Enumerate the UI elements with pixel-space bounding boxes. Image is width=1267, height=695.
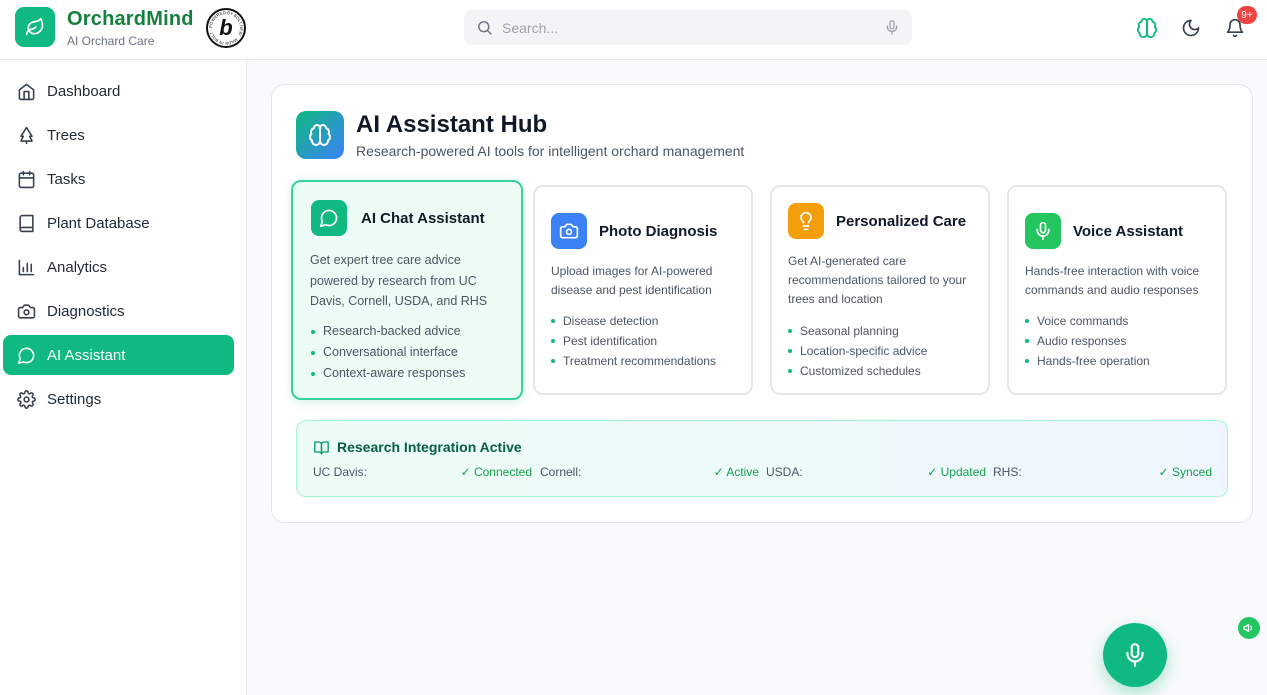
badge-ring-icon: POWERED BY BOLT.NEW · MADE IN BOLT ·: [208, 10, 244, 46]
search-mic-icon[interactable]: [884, 19, 900, 36]
open-book-icon: [314, 441, 329, 455]
card-feature-list: Voice commands Audio responses Hands-fre…: [1025, 311, 1150, 371]
page-subtitle: Research-powered AI tools for intelligen…: [356, 143, 745, 159]
speaker-icon: [1243, 623, 1253, 633]
card-title: Personalized Care: [836, 213, 967, 230]
ai-brain-button[interactable]: [1135, 16, 1159, 40]
sidebar-item-analytics[interactable]: Analytics: [3, 247, 234, 287]
sidebar-item-label: Dashboard: [47, 82, 121, 100]
lightbulb-icon: [788, 203, 824, 239]
research-title: Research Integration Active: [337, 439, 522, 455]
card-feature-list: Research-backed advice Conversational in…: [311, 321, 465, 384]
bar-chart-icon: [16, 257, 36, 277]
list-item: Pest identification: [551, 331, 716, 351]
app-logo[interactable]: [15, 7, 55, 47]
sidebar: Dashboard Trees Tasks Plant Database Ana…: [0, 60, 247, 695]
audio-toggle-button[interactable]: [1238, 617, 1260, 639]
card-title: Voice Assistant: [1073, 223, 1184, 240]
research-source-cornell: Cornell: ✓ Active: [540, 465, 759, 481]
app-name: OrchardMind: [67, 8, 194, 30]
sidebar-item-trees[interactable]: Trees: [3, 115, 234, 155]
sidebar-item-ai-assistant[interactable]: AI Assistant: [3, 335, 234, 375]
calendar-icon: [16, 169, 36, 189]
book-icon: [16, 213, 36, 233]
notification-badge: 9+: [1237, 6, 1257, 24]
home-icon: [16, 81, 36, 101]
search-icon: [478, 21, 492, 35]
sidebar-item-diagnostics[interactable]: Diagnostics: [3, 291, 234, 331]
research-source-usda: USDA: ✓ Updated: [766, 465, 986, 481]
sidebar-item-label: Analytics: [47, 258, 108, 276]
camera-icon: [16, 301, 36, 321]
card-description: Get expert tree care advice powered by r…: [310, 253, 488, 308]
sidebar-item-label: AI Assistant: [47, 346, 126, 364]
sidebar-item-label: Trees: [47, 126, 85, 144]
list-item: Hands-free operation: [1025, 351, 1150, 371]
list-item: Disease detection: [551, 311, 716, 331]
camera-icon: [551, 213, 587, 249]
source-name: RHS:: [993, 465, 1022, 479]
source-status: ✓ Active: [713, 465, 759, 479]
card-description: Hands-free interaction with voice comman…: [1025, 264, 1200, 297]
sidebar-item-settings[interactable]: Settings: [3, 379, 234, 419]
leaf-icon: [25, 17, 44, 36]
hub-icon: [296, 111, 344, 159]
search-input[interactable]: [502, 10, 872, 45]
page-title: AI Assistant Hub: [356, 111, 548, 138]
card-title: Photo Diagnosis: [599, 223, 718, 240]
list-item: Audio responses: [1025, 331, 1150, 351]
moon-icon: [1182, 19, 1200, 37]
card-personalized-care[interactable]: Personalized Care Get AI-generated care …: [770, 185, 990, 395]
list-item: Context-aware responses: [311, 363, 465, 384]
card-description: Get AI-generated care recommendations ta…: [788, 254, 967, 306]
gear-icon: [16, 389, 36, 409]
app-subtitle: AI Orchard Care: [67, 34, 155, 48]
badge-ring-text: POWERED BY BOLT.NEW · MADE IN BOLT ·: [208, 10, 244, 46]
card-feature-list: Seasonal planning Location-specific advi…: [788, 321, 927, 381]
source-status: ✓ Synced: [1158, 465, 1212, 479]
tree-icon: [16, 125, 36, 145]
research-source-uc-davis: UC Davis: ✓ Connected: [313, 465, 532, 481]
sidebar-item-label: Plant Database: [47, 214, 150, 232]
brain-icon: [309, 124, 331, 146]
source-status: ✓ Updated: [927, 465, 986, 479]
list-item: Voice commands: [1025, 311, 1150, 331]
card-photo-diagnosis[interactable]: Photo Diagnosis Upload images for AI-pow…: [533, 185, 753, 395]
list-item: Conversational interface: [311, 342, 465, 363]
bolt-badge[interactable]: POWERED BY BOLT.NEW · MADE IN BOLT · b: [206, 8, 246, 48]
list-item: Research-backed advice: [311, 321, 465, 342]
source-status: ✓ Connected: [460, 465, 532, 479]
source-name: UC Davis:: [313, 465, 368, 479]
list-item: Seasonal planning: [788, 321, 927, 341]
chat-icon: [311, 200, 347, 236]
sidebar-item-tasks[interactable]: Tasks: [3, 159, 234, 199]
list-item: Treatment recommendations: [551, 351, 716, 371]
source-name: USDA:: [766, 465, 803, 479]
voice-assistant-fab[interactable]: [1103, 623, 1167, 687]
sidebar-item-label: Settings: [47, 390, 102, 408]
research-source-rhs: RHS: ✓ Synced: [993, 465, 1212, 481]
list-item: Location-specific advice: [788, 341, 927, 361]
research-integration-banner: Research Integration Active UC Davis: ✓ …: [296, 420, 1228, 497]
sidebar-item-label: Diagnostics: [47, 302, 125, 320]
theme-toggle-button[interactable]: [1179, 16, 1203, 40]
sidebar-item-label: Tasks: [47, 170, 86, 188]
card-ai-chat-assistant[interactable]: AI Chat Assistant Get expert tree care a…: [291, 180, 523, 400]
svg-text:POWERED BY BOLT.NEW · MADE IN: POWERED BY BOLT.NEW · MADE IN BOLT ·: [208, 10, 244, 46]
sidebar-item-dashboard[interactable]: Dashboard: [3, 71, 234, 111]
card-title: AI Chat Assistant: [361, 210, 485, 227]
source-name: Cornell:: [540, 465, 582, 479]
card-feature-list: Disease detection Pest identification Tr…: [551, 311, 716, 371]
mic-icon: [1025, 213, 1061, 249]
mic-icon: [1126, 643, 1144, 667]
list-item: Customized schedules: [788, 361, 927, 381]
chat-icon: [16, 345, 36, 365]
search-bar[interactable]: [464, 10, 912, 45]
ai-assistant-hub-panel: AI Assistant Hub Research-powered AI too…: [271, 84, 1253, 523]
sidebar-item-plant-database[interactable]: Plant Database: [3, 203, 234, 243]
card-voice-assistant[interactable]: Voice Assistant Hands-free interaction w…: [1007, 185, 1227, 395]
top-bar: OrchardMind AI Orchard Care POWERED BY B…: [0, 0, 1267, 60]
brain-icon: [1136, 17, 1158, 39]
card-description: Upload images for AI-powered disease and…: [551, 264, 713, 297]
